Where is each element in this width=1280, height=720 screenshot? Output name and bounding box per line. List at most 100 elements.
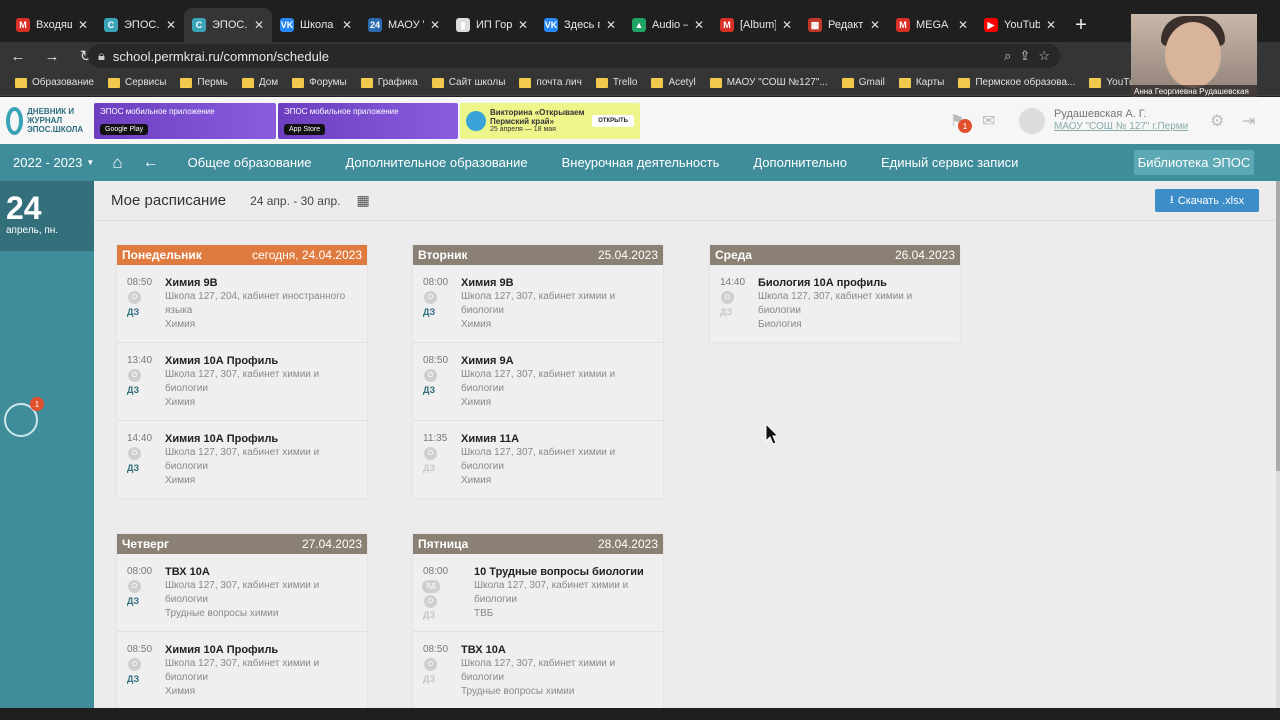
main-nav: 2022 - 2023 ▼ ⌂ ← Общее образование Допо…: [0, 144, 1280, 181]
user-school[interactable]: МАОУ "СОШ № 127" г.Перми: [1054, 121, 1234, 132]
homework-label[interactable]: ДЗ: [423, 385, 435, 395]
mail-icon[interactable]: ✉: [982, 111, 995, 131]
banner-quiz[interactable]: Викторина «Открываем Пермский край» 25 а…: [460, 102, 640, 139]
nav-general-education[interactable]: Общее образование: [188, 155, 312, 170]
homework-label[interactable]: ДЗ: [423, 307, 435, 317]
bookmark-item[interactable]: Образование: [8, 77, 101, 88]
homework-label[interactable]: ДЗ: [423, 463, 435, 473]
homework-label[interactable]: ДЗ: [127, 307, 139, 317]
browser-tab[interactable]: ▦ Редакти ✕: [800, 8, 888, 42]
browser-tab[interactable]: ▲ Audio – ✕: [624, 8, 712, 42]
flag-icon[interactable]: ⚑ 1: [950, 111, 972, 133]
new-tab-icon[interactable]: +: [1064, 8, 1098, 42]
lesson-item[interactable]: 08:50 О ДЗ Химия 10А Профиль Школа 127, 307,…: [117, 632, 367, 708]
nav-additional[interactable]: Дополнительно: [753, 155, 847, 170]
current-date-card[interactable]: 24 апрель, пн.: [0, 181, 94, 251]
homework-label[interactable]: ДЗ: [127, 674, 139, 684]
browser-tab[interactable]: 24 МАОУ " ✕: [360, 8, 448, 42]
browser-tab[interactable]: VK Школа 1 ✕: [272, 8, 360, 42]
close-icon[interactable]: ✕: [782, 18, 792, 32]
browser-tab[interactable]: ▮ ИП Горо ✕: [448, 8, 536, 42]
bookmark-item[interactable]: Trello: [589, 77, 645, 88]
close-icon[interactable]: ✕: [870, 18, 880, 32]
bookmark-item[interactable]: Сервисы: [101, 77, 173, 88]
scrollbar-thumb[interactable]: [1276, 181, 1280, 471]
close-icon[interactable]: ✕: [430, 18, 440, 32]
lesson-item[interactable]: 14:40 О ДЗ Химия 10А Профиль Школа 127, 307,…: [117, 421, 367, 498]
home-icon[interactable]: ⌂: [112, 153, 122, 173]
year-selector[interactable]: 2022 - 2023 ▼: [13, 155, 94, 170]
browser-tab[interactable]: M Входящи ✕: [8, 8, 96, 42]
lesson-item[interactable]: 08:50 О ДЗ Химия 9А Школа 127, 307, кабинет …: [413, 343, 663, 421]
lesson-place: Школа 127, 307, кабинет химии и биологии: [461, 369, 616, 394]
lesson-item[interactable]: 11:35 О ДЗ Химия 11А Школа 127, 307, кабинет…: [413, 421, 663, 498]
browser-tab[interactable]: M [Album] ✕: [712, 8, 800, 42]
close-icon[interactable]: ✕: [78, 18, 88, 32]
page-scrollbar[interactable]: [1276, 181, 1280, 708]
lesson-item[interactable]: 08:00 О ДЗ Химия 9В Школа 127, 307, кабинет …: [413, 265, 663, 343]
zoom-icon[interactable]: ⌕: [1004, 48, 1011, 64]
bookmark-item[interactable]: Пермь: [173, 77, 234, 88]
forward-icon[interactable]: →: [42, 48, 62, 65]
bookmark-item[interactable]: Графика: [354, 77, 425, 88]
bookmark-item[interactable]: почта лич: [512, 77, 588, 88]
close-icon[interactable]: ✕: [958, 18, 968, 32]
lesson-item[interactable]: 08:50 О ДЗ ТВХ 10А Школа 127, 307, кабинет х…: [413, 632, 663, 708]
back-arrow-icon[interactable]: ←: [143, 154, 159, 172]
epos-logo[interactable]: ДНЕВНИК И ЖУРНАЛ ЭПОС.ШКОЛА: [6, 106, 92, 135]
gear-icon[interactable]: ⚙: [1210, 111, 1224, 131]
week-range[interactable]: 24 апр. - 30 апр.: [250, 194, 340, 208]
bookmark-item[interactable]: Форумы: [285, 77, 354, 88]
close-icon[interactable]: ✕: [606, 18, 616, 32]
bookmark-item[interactable]: МАОУ "СОШ №127"...: [703, 77, 835, 88]
share-icon[interactable]: ⇪: [1019, 48, 1030, 64]
bookmark-item[interactable]: Gmail: [835, 77, 892, 88]
homework-label[interactable]: ДЗ: [127, 385, 139, 395]
nav-extracurricular[interactable]: Внеурочная деятельность: [562, 155, 720, 170]
lesson-place: Школа 127, 307, кабинет химии и биологии: [474, 580, 629, 605]
grid-view-icon[interactable]: ▦: [356, 192, 369, 209]
close-icon[interactable]: ✕: [518, 18, 528, 32]
lesson-item[interactable]: 13:40 О ДЗ Химия 10А Профиль Школа 127, 307,…: [117, 343, 367, 421]
bookmark-item[interactable]: Сайт школы: [425, 77, 513, 88]
lesson-item[interactable]: 08:00 ВД О ДЗ 10 Трудные вопросы биологии Шко…: [413, 554, 663, 632]
browser-tab[interactable]: C ЭПОС.Ш ✕: [184, 8, 272, 42]
bookmark-item[interactable]: Карты: [892, 77, 952, 88]
lesson-item[interactable]: 08:50 О ДЗ Химия 9В Школа 127, 204, кабинет …: [117, 265, 367, 343]
close-icon[interactable]: ✕: [254, 18, 264, 32]
browser-tab[interactable]: VK Здесь пр ✕: [536, 8, 624, 42]
nav-additional-education[interactable]: Дополнительное образование: [345, 155, 527, 170]
browser-tab[interactable]: C ЭПОС.Ш ✕: [96, 8, 184, 42]
lesson-name: Химия 9В: [461, 277, 514, 289]
bookmark-item[interactable]: Acetyl: [644, 77, 702, 88]
library-button[interactable]: Библиотека ЭПОС: [1134, 150, 1254, 175]
banner-google-play[interactable]: ЭПОС мобильное приложение Google Play: [94, 102, 276, 139]
star-icon[interactable]: ☆: [1038, 48, 1050, 64]
bookmark-item[interactable]: Пермское образова...: [951, 77, 1082, 88]
homework-label[interactable]: ДЗ: [720, 307, 732, 317]
homework-label[interactable]: ДЗ: [423, 610, 435, 620]
homework-label[interactable]: ДЗ: [127, 463, 139, 473]
avatar[interactable]: [1019, 108, 1045, 134]
banner-app-store[interactable]: ЭПОС мобильное приложение App Store: [278, 102, 458, 139]
close-icon[interactable]: ✕: [342, 18, 352, 32]
lesson-item[interactable]: 14:40 О ДЗ Биология 10А профиль Школа 127, 3…: [710, 265, 960, 342]
lesson-item[interactable]: 08:00 О ДЗ ТВХ 10А Школа 127, 307, кабинет х…: [117, 554, 367, 632]
url-text[interactable]: school.permkrai.ru/common/schedule: [113, 49, 996, 64]
homework-label[interactable]: ДЗ: [127, 596, 139, 606]
close-icon[interactable]: ✕: [694, 18, 704, 32]
back-icon[interactable]: ←: [8, 48, 28, 65]
close-icon[interactable]: ✕: [1046, 18, 1056, 32]
download-xlsx-button[interactable]: ⭳ Скачать .xlsx: [1155, 189, 1259, 212]
logout-icon[interactable]: ⇥: [1242, 111, 1255, 131]
bookmark-item[interactable]: Дом: [235, 77, 285, 88]
browser-tab[interactable]: ▶ YouTube ✕: [976, 8, 1064, 42]
quiz-open-button[interactable]: ОТКРЫТЬ: [592, 114, 634, 127]
support-chat-icon[interactable]: 1: [4, 397, 44, 437]
close-icon[interactable]: ✕: [166, 18, 176, 32]
browser-tab[interactable]: M MEGA ✕: [888, 8, 976, 42]
user-info[interactable]: Рудашевская А. Г. МАОУ "СОШ № 127" г.Пер…: [1054, 107, 1234, 132]
address-bar[interactable]: 🔒︎ school.permkrai.ru/common/schedule ⌕ …: [88, 44, 1060, 68]
homework-label[interactable]: ДЗ: [423, 674, 435, 684]
nav-unified-registration[interactable]: Единый сервис записи: [881, 155, 1018, 170]
